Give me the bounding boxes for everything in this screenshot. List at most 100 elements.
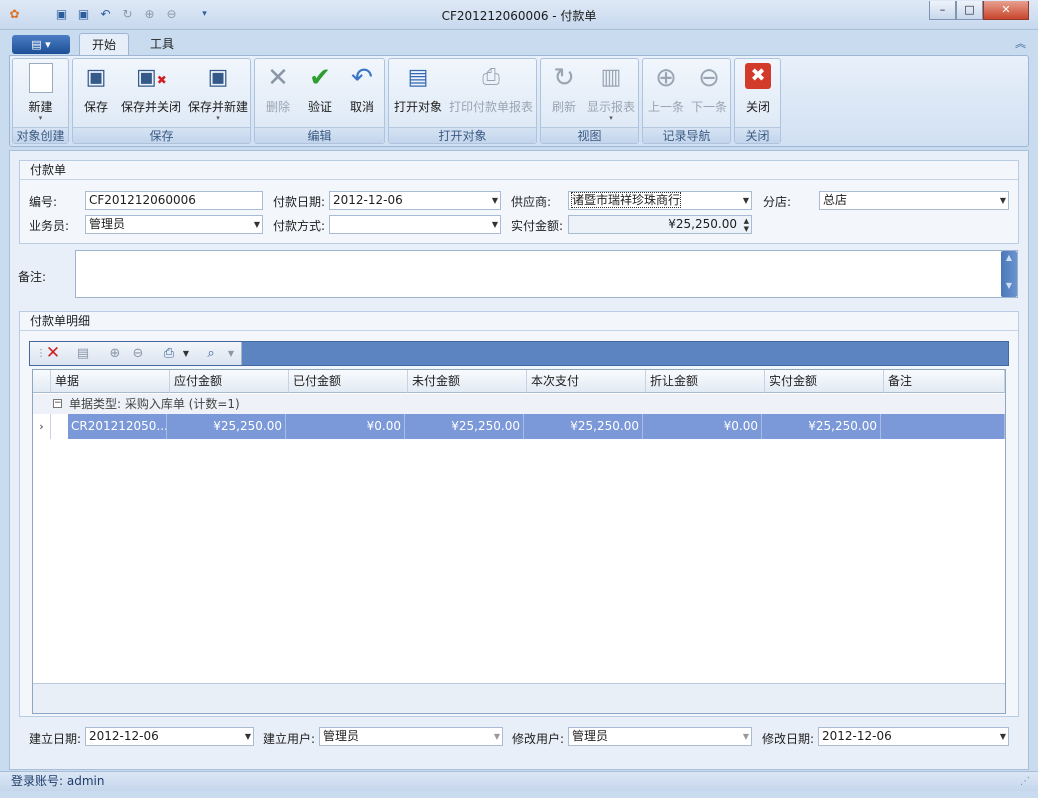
created-date-field[interactable]: 2012-12-06 ▼ bbox=[85, 727, 254, 746]
table-cell[interactable]: ¥25,250.00 bbox=[762, 414, 881, 439]
chevron-down-icon[interactable]: ▼ bbox=[494, 728, 500, 745]
print-report-button[interactable]: ⎙ 打印付款单报表 bbox=[447, 63, 535, 127]
row-indicator-header bbox=[33, 370, 51, 393]
resize-grip-icon[interactable]: ⋰ bbox=[1020, 772, 1030, 791]
new-button[interactable]: 新建 ▾ bbox=[15, 63, 66, 127]
maximize-button[interactable]: □ bbox=[956, 1, 983, 20]
table-cell[interactable]: ¥25,250.00 bbox=[167, 414, 286, 439]
export-icon[interactable]: ⎙ bbox=[160, 345, 178, 362]
paid-amount-field[interactable]: ¥25,250.00 ▲ ▼ bbox=[568, 215, 752, 234]
date-value: 2012-12-06 bbox=[333, 193, 403, 207]
app-menu-button[interactable]: ▤ ▾ bbox=[12, 35, 70, 54]
column-header[interactable]: 备注 bbox=[884, 370, 1005, 393]
supplier-label: 供应商: bbox=[511, 195, 552, 209]
remark-scrollbar[interactable]: ▲ ▼ bbox=[1001, 251, 1017, 297]
save-new-button[interactable]: ▣ 保存并新建 ▾ bbox=[186, 63, 250, 127]
show-report-button[interactable]: ▥ 显示报表 ▾ bbox=[585, 63, 637, 127]
delete-x-icon: ✕ bbox=[267, 63, 289, 93]
refresh-button[interactable]: ↻ 刷新 bbox=[545, 63, 583, 127]
login-account: 登录账号: admin bbox=[11, 774, 105, 788]
chevron-down-icon[interactable]: ▼ bbox=[254, 216, 260, 233]
tab-tools[interactable]: 工具 bbox=[138, 33, 188, 56]
grid-edit-icon[interactable]: ▤ bbox=[74, 345, 92, 362]
table-cell[interactable]: ¥0.00 bbox=[643, 414, 762, 439]
prev-record-button[interactable]: ⊕ 上一条 bbox=[645, 63, 687, 127]
chevron-down-icon[interactable]: ▼ bbox=[743, 192, 749, 209]
created-date-label: 建立日期: bbox=[29, 732, 82, 746]
column-header[interactable]: 实付金额 bbox=[765, 370, 884, 393]
grid-footer bbox=[33, 683, 1005, 713]
group-close: ✖ 关闭 关闭 bbox=[734, 58, 781, 144]
supplier-value: 诸暨市瑞祥珍珠商行 bbox=[570, 192, 682, 208]
modified-user-field[interactable]: 管理员 ▼ bbox=[568, 727, 752, 746]
method-field[interactable]: ▼ bbox=[329, 215, 501, 234]
chevron-down-icon[interactable]: ▼ bbox=[177, 345, 195, 362]
chevron-down-icon[interactable]: ▼ bbox=[1000, 728, 1006, 745]
table-cell[interactable]: ¥25,250.00 bbox=[405, 414, 524, 439]
refresh-icon: ↻ bbox=[553, 63, 575, 93]
table-cell[interactable]: CR201212050... bbox=[68, 414, 167, 439]
group-edit: ✕ 删除 ✔ 验证 ↶ 取消 编辑 bbox=[254, 58, 385, 144]
remark-textarea[interactable] bbox=[75, 250, 1018, 298]
close-button[interactable]: ✖ 关闭 bbox=[738, 63, 778, 127]
collapse-icon[interactable]: − bbox=[53, 399, 62, 408]
collapse-ribbon-icon[interactable]: ︽ bbox=[1015, 35, 1026, 51]
remark-label: 备注: bbox=[18, 270, 47, 284]
created-user-value: 管理员 bbox=[323, 729, 360, 743]
modified-date-field[interactable]: 2012-12-06 ▼ bbox=[818, 727, 1009, 746]
clerk-value: 管理员 bbox=[89, 217, 126, 231]
validate-button[interactable]: ✔ 验证 bbox=[301, 63, 339, 127]
column-header[interactable]: 单据 bbox=[51, 370, 170, 393]
column-header[interactable]: 本次支付 bbox=[527, 370, 646, 393]
branch-field[interactable]: 总店 ▼ bbox=[819, 191, 1009, 210]
delete-row-icon[interactable]: ✕ bbox=[44, 345, 62, 362]
title-bar: ✿ ▣ ▣ ↶ ↻ ⊕ ⊖ ▾ CF201212060006 - 付款单 – □… bbox=[0, 0, 1038, 30]
date-field[interactable]: 2012-12-06 ▼ bbox=[329, 191, 501, 210]
save-close-button[interactable]: ▣✖ 保存并关闭 bbox=[119, 63, 183, 127]
group-open: ▤ 打开对象 ⎙ 打印付款单报表 打开对象 bbox=[388, 58, 537, 144]
group-label: 单据类型: 采购入库单 (计数=1) bbox=[69, 397, 240, 411]
table-row[interactable]: CR201212050... ¥25,250.00 ¥0.00 ¥25,250.… bbox=[68, 414, 1005, 439]
next-record-button[interactable]: ⊖ 下一条 bbox=[688, 63, 730, 127]
method-label: 付款方式: bbox=[273, 219, 326, 233]
chevron-down-icon[interactable]: ▼ bbox=[492, 216, 498, 233]
open-object-icon: ▤ bbox=[407, 65, 429, 90]
save-button[interactable]: ▣ 保存 bbox=[77, 63, 115, 127]
spinner-icon[interactable]: ▲ ▼ bbox=[744, 217, 749, 233]
supplier-field[interactable]: 诸暨市瑞祥珍珠商行 ▼ bbox=[568, 191, 752, 210]
group-row[interactable]: − 单据类型: 采购入库单 (计数=1) bbox=[33, 394, 1005, 414]
cancel-button[interactable]: ↶ 取消 bbox=[343, 63, 381, 127]
close-window-button[interactable]: ✕ bbox=[983, 1, 1029, 20]
column-header[interactable]: 已付金额 bbox=[289, 370, 408, 393]
tab-start[interactable]: 开始 bbox=[79, 33, 129, 56]
clerk-field[interactable]: 管理员 ▼ bbox=[85, 215, 263, 234]
minimize-button[interactable]: – bbox=[929, 1, 956, 20]
chevron-down-icon[interactable]: ▼ bbox=[245, 728, 251, 745]
table-cell[interactable]: ¥0.00 bbox=[286, 414, 405, 439]
status-bar: 登录账号: admin ⋰ bbox=[0, 771, 1038, 791]
column-header[interactable]: 折让金额 bbox=[646, 370, 765, 393]
modified-date-value: 2012-12-06 bbox=[822, 729, 892, 743]
number-field[interactable]: CF201212060006 bbox=[85, 191, 263, 210]
column-header[interactable]: 未付金额 bbox=[408, 370, 527, 393]
chevron-down-icon[interactable]: ▼ bbox=[222, 345, 240, 362]
delete-button[interactable]: ✕ 删除 bbox=[259, 63, 297, 127]
chevron-down-icon[interactable]: ▼ bbox=[1000, 192, 1006, 209]
created-user-field[interactable]: 管理员 ▼ bbox=[319, 727, 503, 746]
floppy-icon: ▣ bbox=[85, 65, 107, 90]
move-down-icon[interactable]: ⊖ bbox=[129, 345, 147, 362]
created-date-value: 2012-12-06 bbox=[89, 729, 159, 743]
dropdown-arrow-icon: ▾ bbox=[609, 114, 613, 122]
open-object-button[interactable]: ▤ 打开对象 bbox=[391, 63, 445, 127]
table-cell[interactable] bbox=[881, 414, 1005, 439]
move-up-icon[interactable]: ⊕ bbox=[106, 345, 124, 362]
group-caption: 记录导航 bbox=[643, 127, 730, 143]
close-red-icon: ✖ bbox=[745, 63, 771, 89]
arrow-down-circle-icon: ⊖ bbox=[698, 63, 720, 93]
column-header[interactable]: 应付金额 bbox=[170, 370, 289, 393]
chevron-down-icon[interactable]: ▼ bbox=[492, 192, 498, 209]
find-icon[interactable]: ⌕ bbox=[202, 345, 220, 362]
table-cell[interactable]: ¥25,250.00 bbox=[524, 414, 643, 439]
chevron-down-icon[interactable]: ▼ bbox=[743, 728, 749, 745]
group-caption: 对象创建 bbox=[13, 127, 68, 143]
